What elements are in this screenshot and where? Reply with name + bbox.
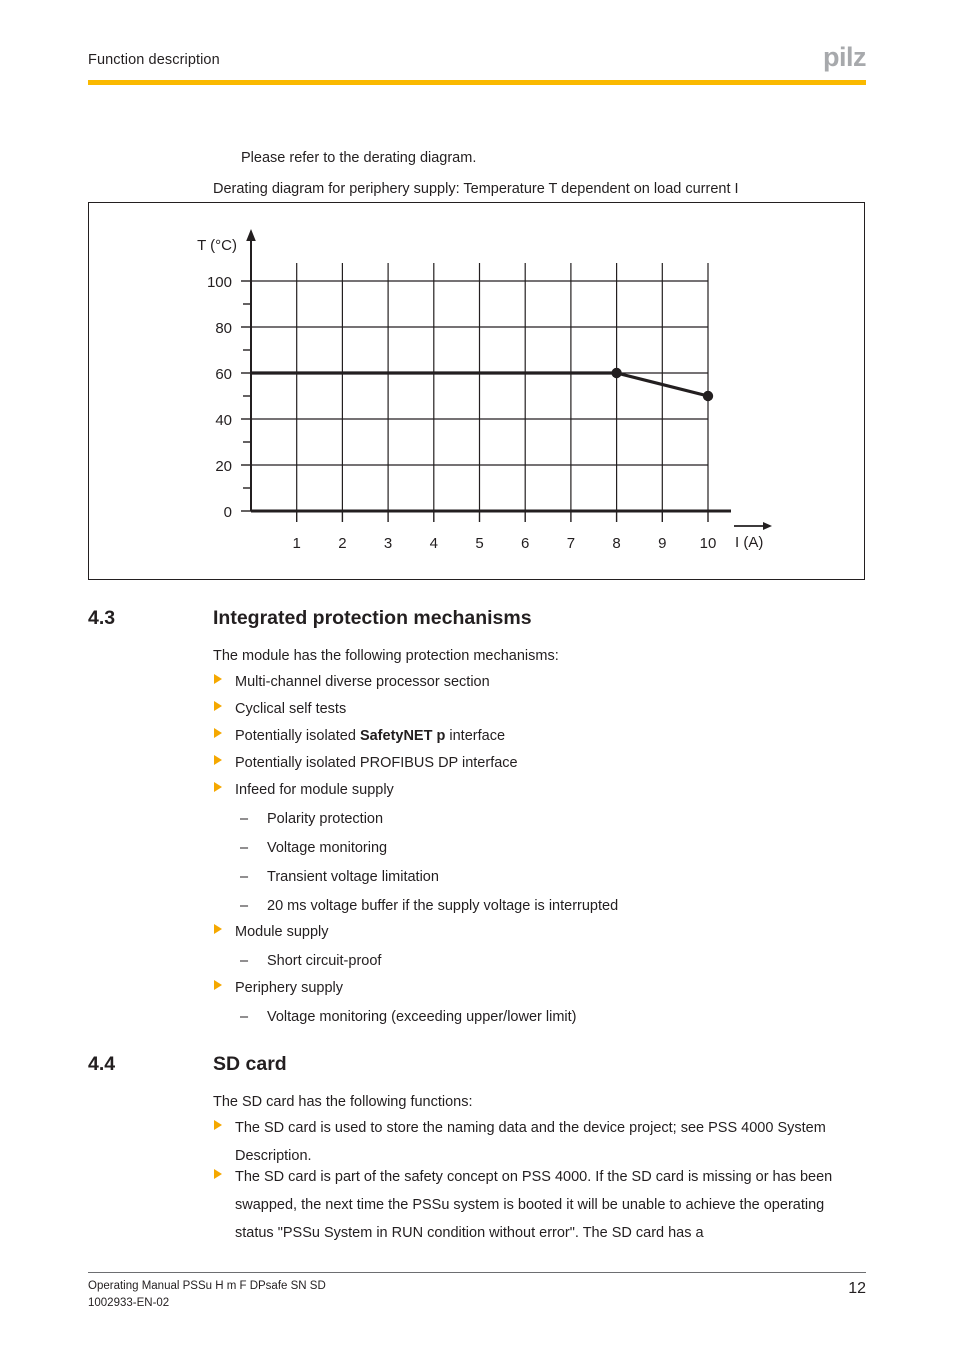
x-tick-label: 1 (293, 535, 301, 552)
dash-bullet-icon: – (240, 953, 249, 969)
sub-list-item: – Polarity protection (240, 805, 840, 833)
sub-list-item: – Voltage monitoring (240, 834, 840, 862)
y-tick-label: 60 (215, 366, 232, 383)
y-tick-label: 0 (224, 504, 232, 521)
sub-list-item-label: Voltage monitoring (267, 840, 388, 856)
y-axis-minor-ticks (243, 303, 251, 489)
triangle-bullet-icon (213, 918, 235, 946)
y-axis-arrowhead (246, 229, 256, 241)
y-tick-label: 100 (207, 274, 232, 291)
x-axis-ticks (295, 511, 709, 522)
pilz-logo: pilz (823, 42, 867, 72)
x-axis-title-arrow (734, 522, 772, 530)
section-4-3-number: 4.3 (88, 607, 116, 629)
sub-list-item: – Short circuit-proof (240, 947, 840, 975)
document-page: Function description pilz Please refer t… (0, 0, 954, 1350)
list-item: Periphery supply (213, 974, 833, 1002)
triangle-bullet-icon (213, 776, 235, 804)
dash-bullet-icon: – (240, 1009, 249, 1025)
page-number: 12 (848, 1280, 866, 1297)
list-item-label: Periphery supply (235, 980, 343, 996)
section-4-4-lead: The SD card has the following functions: (213, 1094, 473, 1110)
list-item-label: Module supply (235, 924, 329, 940)
dash-bullet-icon: – (240, 898, 249, 914)
list-item-label: Infeed for module supply (235, 782, 394, 798)
header-divider (88, 80, 866, 85)
x-tick-label: 7 (567, 535, 575, 552)
x-tick-label: 2 (338, 535, 346, 552)
x-tick-label: 3 (384, 535, 392, 552)
section-4-4-number: 4.4 (88, 1053, 116, 1075)
list-item-label-suffix: interface (445, 728, 506, 744)
list-item: Infeed for module supply (213, 776, 833, 804)
list-item-label-bold: SafetyNET p (359, 728, 446, 744)
sub-list-item: – 20 ms voltage buffer if the supply vol… (240, 892, 840, 920)
header-title: Function description (88, 52, 220, 68)
section-4-3-title: Integrated protection mechanisms (213, 607, 532, 629)
x-tick-label: 10 (700, 535, 717, 552)
x-tick-label: 6 (521, 535, 529, 552)
y-tick-label: 40 (215, 412, 232, 429)
triangle-bullet-icon (213, 695, 235, 723)
dash-bullet-icon: – (240, 811, 249, 827)
intro-line-2: Derating diagram for periphery supply: T… (213, 181, 739, 197)
y-tick-label: 80 (215, 320, 232, 337)
triangle-bullet-icon (213, 722, 235, 750)
sub-list-item-label: 20 ms voltage buffer if the supply volta… (267, 898, 619, 914)
sub-list-item-label: Voltage monitoring (exceeding upper/lowe… (267, 1009, 577, 1025)
data-point-marker (611, 367, 622, 379)
x-tick-label: 5 (475, 535, 483, 552)
section-4-3-lead: The module has the following protection … (213, 648, 559, 664)
list-item: Potentially isolated SafetyNET p interfa… (213, 722, 833, 750)
list-item-label: Potentially isolated SafetyNET p interfa… (235, 722, 505, 750)
x-tick-label: 4 (430, 535, 438, 552)
chart-gridlines (251, 263, 709, 511)
derating-diagram-figure: 100 80 60 40 20 0 1 2 3 4 5 6 7 8 9 10 T… (88, 202, 865, 580)
sub-list-item-label: Polarity protection (267, 811, 384, 827)
section-4-4-title: SD card (213, 1053, 287, 1075)
sub-list-item: – Voltage monitoring (exceeding upper/lo… (240, 1003, 840, 1031)
triangle-bullet-icon (213, 974, 235, 1002)
dash-bullet-icon: – (240, 840, 249, 856)
list-item-label: Multi-channel diverse processor section (235, 674, 490, 690)
footer-document-id: 1002933-EN-02 (88, 1297, 170, 1309)
triangle-bullet-icon (213, 1114, 235, 1142)
data-point-marker (702, 390, 714, 402)
list-item-label: The SD card is used to store the naming … (235, 1120, 826, 1164)
list-item: Cyclical self tests (213, 695, 833, 723)
y-axis-title: T (°C) (197, 237, 237, 254)
list-item: Potentially isolated PROFIBUS DP interfa… (213, 749, 833, 777)
list-item: Module supply (213, 918, 833, 946)
derating-chart-svg: 100 80 60 40 20 0 1 2 3 4 5 6 7 8 9 10 T… (197, 229, 772, 552)
triangle-bullet-icon (213, 749, 235, 777)
sub-list-item-label: Transient voltage limitation (267, 869, 439, 885)
triangle-bullet-icon (213, 668, 235, 696)
y-tick-label: 20 (215, 458, 232, 475)
triangle-bullet-icon (213, 1163, 235, 1191)
list-item-label: Cyclical self tests (235, 701, 347, 717)
list-item: The SD card is used to store the naming … (213, 1114, 863, 1170)
footer-manual-title: Operating Manual PSSu H m F DPsafe SN SD (88, 1280, 326, 1292)
footer-divider (88, 1272, 866, 1273)
x-axis-title: I (A) (735, 534, 763, 551)
sub-list-item-label: Short circuit-proof (267, 953, 382, 969)
list-item-label: The SD card is part of the safety concep… (235, 1169, 833, 1241)
intro-line-1: Please refer to the derating diagram. (241, 150, 477, 166)
x-tick-label: 8 (612, 535, 620, 552)
list-item-label: Potentially isolated PROFIBUS DP interfa… (235, 755, 518, 771)
sub-list-item: – Transient voltage limitation (240, 863, 840, 891)
x-tick-label: 9 (658, 535, 666, 552)
list-item-label-prefix: Potentially isolated (235, 728, 360, 744)
dash-bullet-icon: – (240, 869, 249, 885)
list-item: Multi-channel diverse processor section (213, 668, 833, 696)
list-item: The SD card is part of the safety concep… (213, 1163, 863, 1247)
